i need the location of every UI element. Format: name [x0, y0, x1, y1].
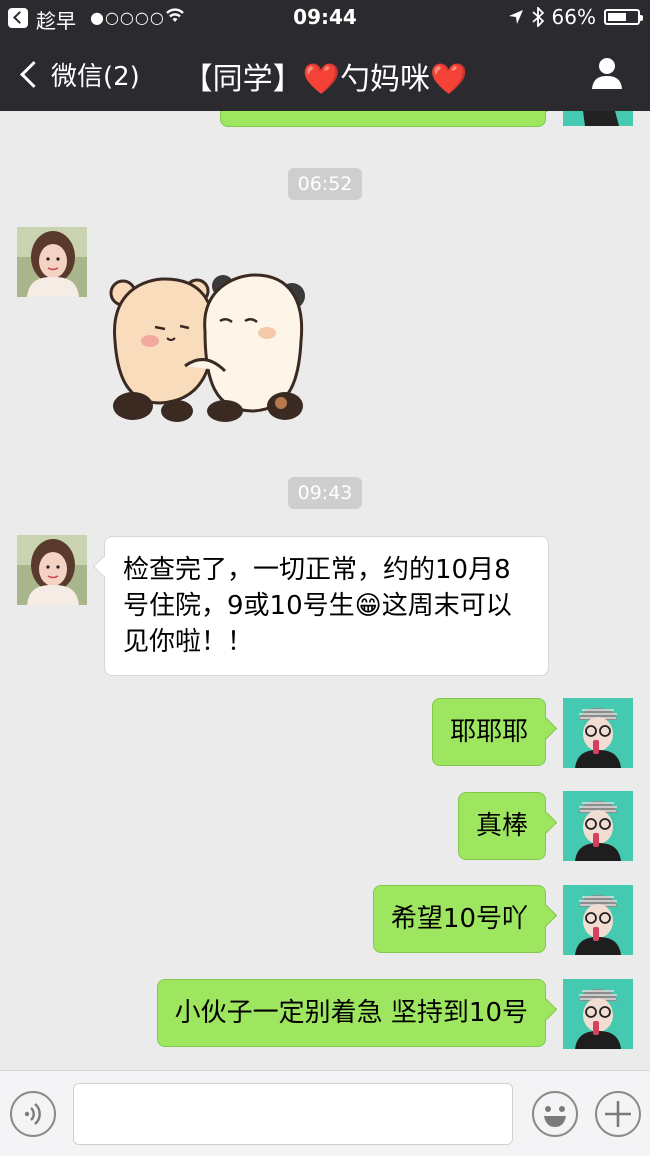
- chat-title: 【同学】❤️勺妈咪❤️: [182, 62, 468, 97]
- timestamp: 06:52: [0, 168, 650, 200]
- outgoing-message-bubble[interactable]: 真棒: [457, 792, 546, 860]
- my-avatar[interactable]: [563, 885, 633, 955]
- plus-icon: [605, 1101, 631, 1127]
- status-bar: 趁早 ●○○○○ 09:44 66%: [0, 0, 650, 36]
- emoji-button[interactable]: [532, 1091, 578, 1137]
- bluetooth-icon: [531, 7, 544, 27]
- outgoing-message-bubble[interactable]: 耶耶耶: [431, 698, 546, 766]
- voice-icon: [24, 1103, 41, 1125]
- battery-percent: 66%: [551, 5, 596, 29]
- friend-avatar[interactable]: [17, 535, 87, 605]
- partial-outgoing-bubble[interactable]: [220, 111, 546, 127]
- my-avatar[interactable]: [563, 791, 633, 861]
- person-icon[interactable]: [590, 56, 624, 90]
- location-arrow-icon: [508, 10, 523, 24]
- emoji-icon: [544, 1106, 566, 1127]
- more-button[interactable]: [595, 1091, 641, 1137]
- incoming-message-bubble[interactable]: 检查完了，一切正常，约的10月8号住院，9或10号生😁这周末可以见你啦！！: [104, 536, 549, 676]
- top-bar: 趁早 ●○○○○ 09:44 66% 微信(2) 【同学】❤️勺妈咪❤️: [0, 0, 650, 111]
- my-avatar[interactable]: [563, 979, 633, 1049]
- friend-avatar[interactable]: [17, 227, 87, 297]
- status-right: 66%: [508, 5, 643, 29]
- timestamp: 09:43: [0, 477, 650, 509]
- outgoing-message-bubble[interactable]: 希望10号吖: [372, 885, 546, 953]
- my-avatar[interactable]: [563, 698, 633, 768]
- voice-button[interactable]: [10, 1091, 56, 1137]
- chat-area[interactable]: 06:52 09:43 检查完了，一切正常，约的10月8号住院，9或10号生😁这…: [0, 111, 650, 1070]
- battery-icon: [604, 9, 643, 25]
- outgoing-message-bubble[interactable]: 小伙子一定别着急 坚持到10号: [156, 979, 546, 1047]
- my-avatar[interactable]: [563, 111, 633, 126]
- nav-bar: 微信(2) 【同学】❤️勺妈咪❤️: [0, 36, 650, 111]
- input-bar: [0, 1070, 650, 1156]
- battery-fill: [608, 13, 626, 21]
- panda-hug-sticker[interactable]: [105, 271, 310, 431]
- message-input[interactable]: [73, 1083, 513, 1145]
